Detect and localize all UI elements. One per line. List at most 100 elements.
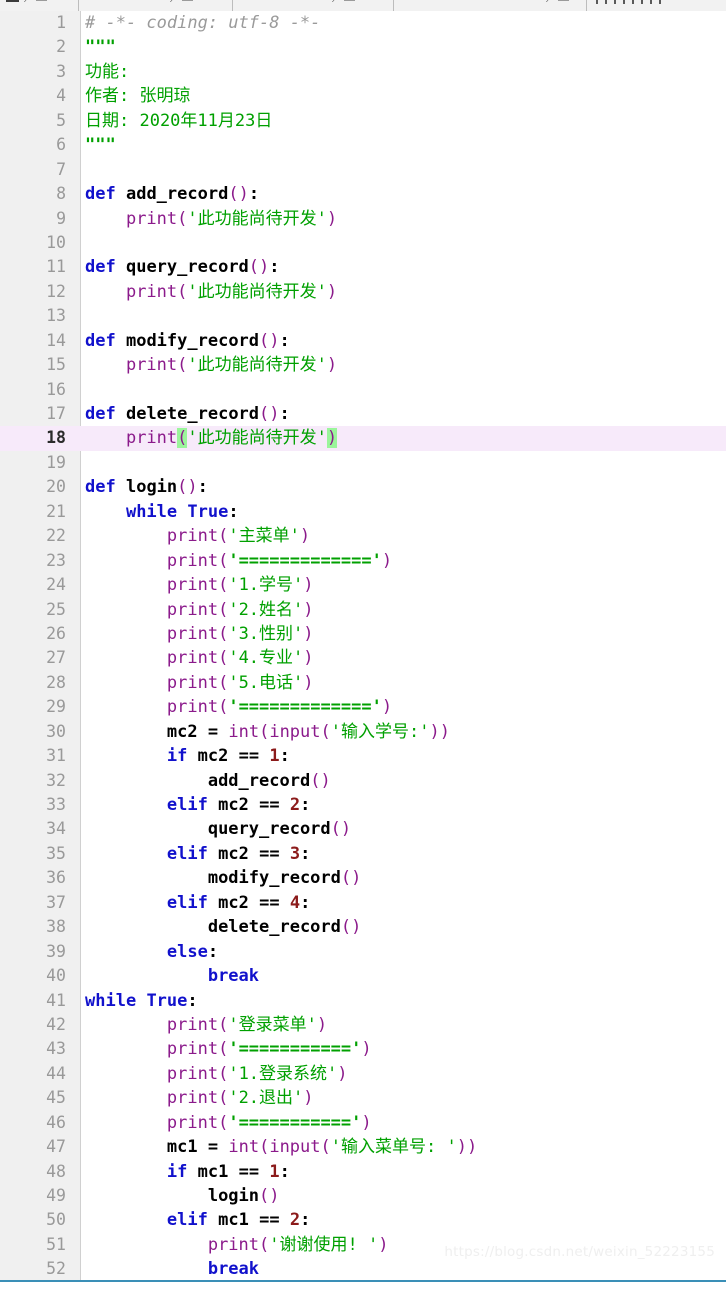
code-line-content[interactable]: def modify_record(): xyxy=(85,329,290,353)
code-line[interactable]: 20 def login(): xyxy=(0,475,726,499)
code-line[interactable]: 44 print('1.登录系统') xyxy=(0,1062,726,1086)
code-line[interactable]: 39 else: xyxy=(0,940,726,964)
code-line-content[interactable]: modify_record() xyxy=(85,866,362,890)
code-line[interactable]: 17 def delete_record(): xyxy=(0,402,726,426)
code-line-content[interactable]: print('===========') xyxy=(85,1111,372,1135)
code-line[interactable]: 25 print('2.姓名') xyxy=(0,598,726,622)
code-line[interactable]: 48 if mc1 == 1: xyxy=(0,1160,726,1184)
code-line-content[interactable]: login() xyxy=(85,1184,280,1208)
code-line[interactable]: 40 break xyxy=(0,964,726,988)
code-text-area[interactable]: 1 # -*- coding: utf-8 -*- 2 """ 3 功能: 4 作者: 张明琼… xyxy=(0,11,726,1282)
code-line[interactable]: 30 mc2 = int(input('输入学号:')) xyxy=(0,720,726,744)
code-line-content[interactable]: elif mc2 == 3: xyxy=(85,842,310,866)
code-line[interactable]: 21 while True: xyxy=(0,500,726,524)
code-line-content[interactable]: if mc1 == 1: xyxy=(85,1160,290,1184)
toolbar-group-file[interactable]: ⟋ xyxy=(6,0,47,9)
code-line-content[interactable]: print('登录菜单') xyxy=(85,1013,327,1037)
code-line-content[interactable]: print('此功能尚待开发') xyxy=(85,207,337,231)
code-line[interactable]: 32 add_record() xyxy=(0,769,726,793)
code-line[interactable]: 38 delete_record() xyxy=(0,915,726,939)
code-line-content[interactable]: print('主菜单') xyxy=(85,524,310,548)
code-line-content[interactable]: print('此功能尚待开发') xyxy=(85,280,337,304)
code-line-content[interactable]: 日期: 2020年11月23日 xyxy=(85,109,272,133)
code-line[interactable]: 43 print('===========') xyxy=(0,1037,726,1061)
code-line[interactable]: 45 print('2.退出') xyxy=(0,1086,726,1110)
code-line-content[interactable]: mc1 = int(input('输入菜单号: ')) xyxy=(85,1135,477,1159)
code-line-content[interactable]: query_record() xyxy=(85,817,351,841)
code-line-content[interactable]: print('2.姓名') xyxy=(85,598,314,622)
code-line-content[interactable]: print('4.专业') xyxy=(85,646,314,670)
code-line[interactable]: 10 xyxy=(0,231,726,255)
code-line-content[interactable]: def delete_record(): xyxy=(85,402,290,426)
toolbar-group-view[interactable]: ⟋ xyxy=(332,0,355,9)
code-line[interactable]: 42 print('登录菜单') xyxy=(0,1013,726,1037)
code-line[interactable]: 22 print('主菜单') xyxy=(0,524,726,548)
code-line[interactable]: 16 xyxy=(0,378,726,402)
code-line[interactable]: 5 日期: 2020年11月23日 xyxy=(0,109,726,133)
code-line-content[interactable]: def login(): xyxy=(85,475,208,499)
toolbar-group-tools[interactable] xyxy=(596,0,661,9)
code-line[interactable]: 6 """ xyxy=(0,133,726,157)
code-line-content[interactable]: break xyxy=(85,964,259,988)
code-line-content[interactable]: delete_record() xyxy=(85,915,362,939)
code-line[interactable]: 11 def query_record(): xyxy=(0,255,726,279)
code-line[interactable]: 37 elif mc2 == 4: xyxy=(0,891,726,915)
code-line[interactable]: 3 功能: xyxy=(0,60,726,84)
code-line-content[interactable]: print('谢谢使用! ') xyxy=(85,1233,389,1257)
code-line[interactable]: 46 print('===========') xyxy=(0,1111,726,1135)
code-line-content[interactable]: else: xyxy=(85,940,218,964)
code-line[interactable]: 35 elif mc2 == 3: xyxy=(0,842,726,866)
code-line[interactable]: 33 elif mc2 == 2: xyxy=(0,793,726,817)
code-line[interactable]: 36 modify_record() xyxy=(0,866,726,890)
code-line-content[interactable]: while True: xyxy=(85,500,239,524)
code-line-content[interactable]: while True: xyxy=(85,989,198,1013)
code-line-content[interactable]: add_record() xyxy=(85,769,331,793)
code-line[interactable]: 28 print('5.电话') xyxy=(0,671,726,695)
code-line-content[interactable]: def query_record(): xyxy=(85,255,280,279)
code-line-content[interactable]: break xyxy=(85,1257,259,1281)
code-line-content[interactable]: elif mc2 == 4: xyxy=(85,891,310,915)
code-line-content[interactable]: print('3.性别') xyxy=(85,622,314,646)
code-line-content[interactable]: """ xyxy=(85,133,116,157)
code-line-content[interactable]: elif mc1 == 2: xyxy=(85,1208,310,1232)
code-line-content[interactable]: print('此功能尚待开发') xyxy=(85,426,338,450)
code-line[interactable]: 4 作者: 张明琼 xyxy=(0,84,726,108)
toolbar-group-run[interactable]: ⟋ xyxy=(546,0,569,9)
code-line[interactable]: 47 mc1 = int(input('输入菜单号: ')) xyxy=(0,1135,726,1159)
code-line[interactable]: 1 # -*- coding: utf-8 -*- xyxy=(0,11,726,35)
code-line[interactable]: 13 xyxy=(0,304,726,328)
code-line[interactable]: 31 if mc2 == 1: xyxy=(0,744,726,768)
code-line-content[interactable]: 功能: xyxy=(85,60,129,84)
code-line[interactable]: 8 def add_record(): xyxy=(0,182,726,206)
code-line[interactable]: 9 print('此功能尚待开发') xyxy=(0,207,726,231)
code-line-content[interactable]: print('=============') xyxy=(85,549,392,573)
code-line[interactable]: 27 print('4.专业') xyxy=(0,646,726,670)
code-line-content[interactable]: print('===========') xyxy=(85,1037,372,1061)
code-line[interactable]: 23 print('=============') xyxy=(0,549,726,573)
code-line[interactable]: 34 query_record() xyxy=(0,817,726,841)
code-line-content[interactable]: if mc2 == 1: xyxy=(85,744,290,768)
code-line[interactable]: 2 """ xyxy=(0,35,726,59)
code-line[interactable]: 49 login() xyxy=(0,1184,726,1208)
code-line[interactable]: 18 print('此功能尚待开发') xyxy=(0,426,726,451)
code-line-content[interactable]: print('5.电话') xyxy=(85,671,314,695)
code-line[interactable]: 26 print('3.性别') xyxy=(0,622,726,646)
code-editor[interactable]: 1 # -*- coding: utf-8 -*- 2 """ 3 功能: 4 作者: 张明琼… xyxy=(0,11,726,1282)
code-line[interactable]: 24 print('1.学号') xyxy=(0,573,726,597)
code-line[interactable]: 29 print('=============') xyxy=(0,695,726,719)
code-line[interactable]: 12 print('此功能尚待开发') xyxy=(0,280,726,304)
code-line-content[interactable]: mc2 = int(input('输入学号:')) xyxy=(85,720,450,744)
code-line[interactable]: 50 elif mc1 == 2: xyxy=(0,1208,726,1232)
code-line-content[interactable]: """ xyxy=(85,35,116,59)
code-line[interactable]: 15 print('此功能尚待开发') xyxy=(0,353,726,377)
toolbar-group-edit[interactable]: ⟋ xyxy=(170,0,193,9)
code-line-content[interactable]: 作者: 张明琼 xyxy=(85,84,190,108)
code-line-content[interactable]: # -*- coding: utf-8 -*- xyxy=(85,11,320,35)
code-line-content[interactable]: print('1.学号') xyxy=(85,573,314,597)
code-line-content[interactable]: print('2.退出') xyxy=(85,1086,314,1110)
code-line-content[interactable]: print('=============') xyxy=(85,695,392,719)
code-line[interactable]: 41 while True: xyxy=(0,989,726,1013)
code-line-content[interactable]: elif mc2 == 2: xyxy=(85,793,310,817)
code-line-content[interactable]: def add_record(): xyxy=(85,182,259,206)
code-line[interactable]: 7 xyxy=(0,158,726,182)
